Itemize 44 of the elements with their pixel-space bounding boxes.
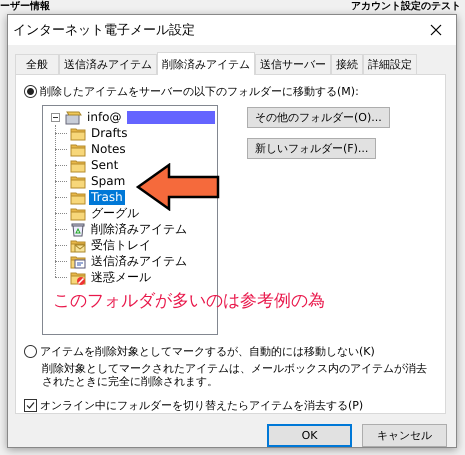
- option-label: アイテムを削除対象としてマークするが、自動的には移動しない(K): [40, 344, 375, 359]
- annotation-text: このフォルダが多いのは参考例の為: [53, 290, 325, 312]
- tab[interactable]: 詳細設定: [363, 54, 417, 74]
- checkbox-label: オンライン中にフォルダーを切り替えたらアイテムを消去する(P): [40, 398, 364, 413]
- collapse-icon[interactable]: [51, 112, 60, 122]
- document-folder-icon: [70, 254, 86, 268]
- folder-button[interactable]: その他のフォルダー(O)...: [247, 107, 390, 128]
- tree-item[interactable]: Drafts: [89, 126, 130, 140]
- window-title: インターネット電子メール設定: [13, 22, 195, 39]
- folder-icon: [70, 190, 86, 204]
- tab[interactable]: 削除済みアイテム: [157, 52, 255, 75]
- blocked-folder-icon: [70, 270, 86, 284]
- folder-button[interactable]: 新しいフォルダー(F)...: [247, 138, 376, 159]
- checkbox[interactable]: [24, 399, 37, 412]
- account-name[interactable]: info@: [85, 110, 124, 124]
- tree-item[interactable]: Notes: [89, 142, 128, 156]
- dialog-button[interactable]: OK: [267, 424, 352, 447]
- option-description: 削除対象としてマークされたアイテムは、メールボックス内のアイテムが消去されたときに完全に削除されます。: [42, 362, 428, 388]
- tree-item[interactable]: Trash: [89, 190, 125, 204]
- radio-button[interactable]: [24, 85, 37, 98]
- folder-icon: [70, 206, 86, 220]
- folder-icon: [70, 142, 86, 156]
- tree-item[interactable]: 迷惑メール: [89, 270, 153, 284]
- folder-icon: [70, 158, 86, 172]
- tab[interactable]: 接続: [331, 54, 363, 74]
- background-heading: アカウント設定のテスト: [351, 0, 461, 14]
- tree-item[interactable]: グーグル: [89, 206, 141, 220]
- radio-button[interactable]: [24, 345, 37, 358]
- trash-icon: [70, 222, 86, 236]
- tab[interactable]: 送信サーバー: [255, 54, 331, 74]
- mail-server-icon: [64, 110, 82, 124]
- tree-item[interactable]: 送信済みアイテム: [89, 254, 189, 268]
- option-label: 削除したアイテムをサーバーの以下のフォルダーに移動する(M):: [40, 84, 359, 99]
- folder-icon: [70, 126, 86, 140]
- background-heading: ーザー情報: [0, 0, 50, 14]
- tab[interactable]: 全般: [15, 54, 59, 74]
- tree-item[interactable]: Sent: [89, 158, 120, 172]
- tree-item[interactable]: 受信トレイ: [89, 238, 153, 252]
- envelope-folder-icon: [70, 238, 86, 252]
- folder-icon: [70, 174, 86, 188]
- dialog-button[interactable]: キャンセル: [362, 424, 447, 447]
- tree-item[interactable]: 削除済みアイテム: [89, 222, 189, 236]
- tab[interactable]: 送信済みアイテム: [59, 54, 157, 74]
- tree-item[interactable]: Spam: [89, 174, 128, 188]
